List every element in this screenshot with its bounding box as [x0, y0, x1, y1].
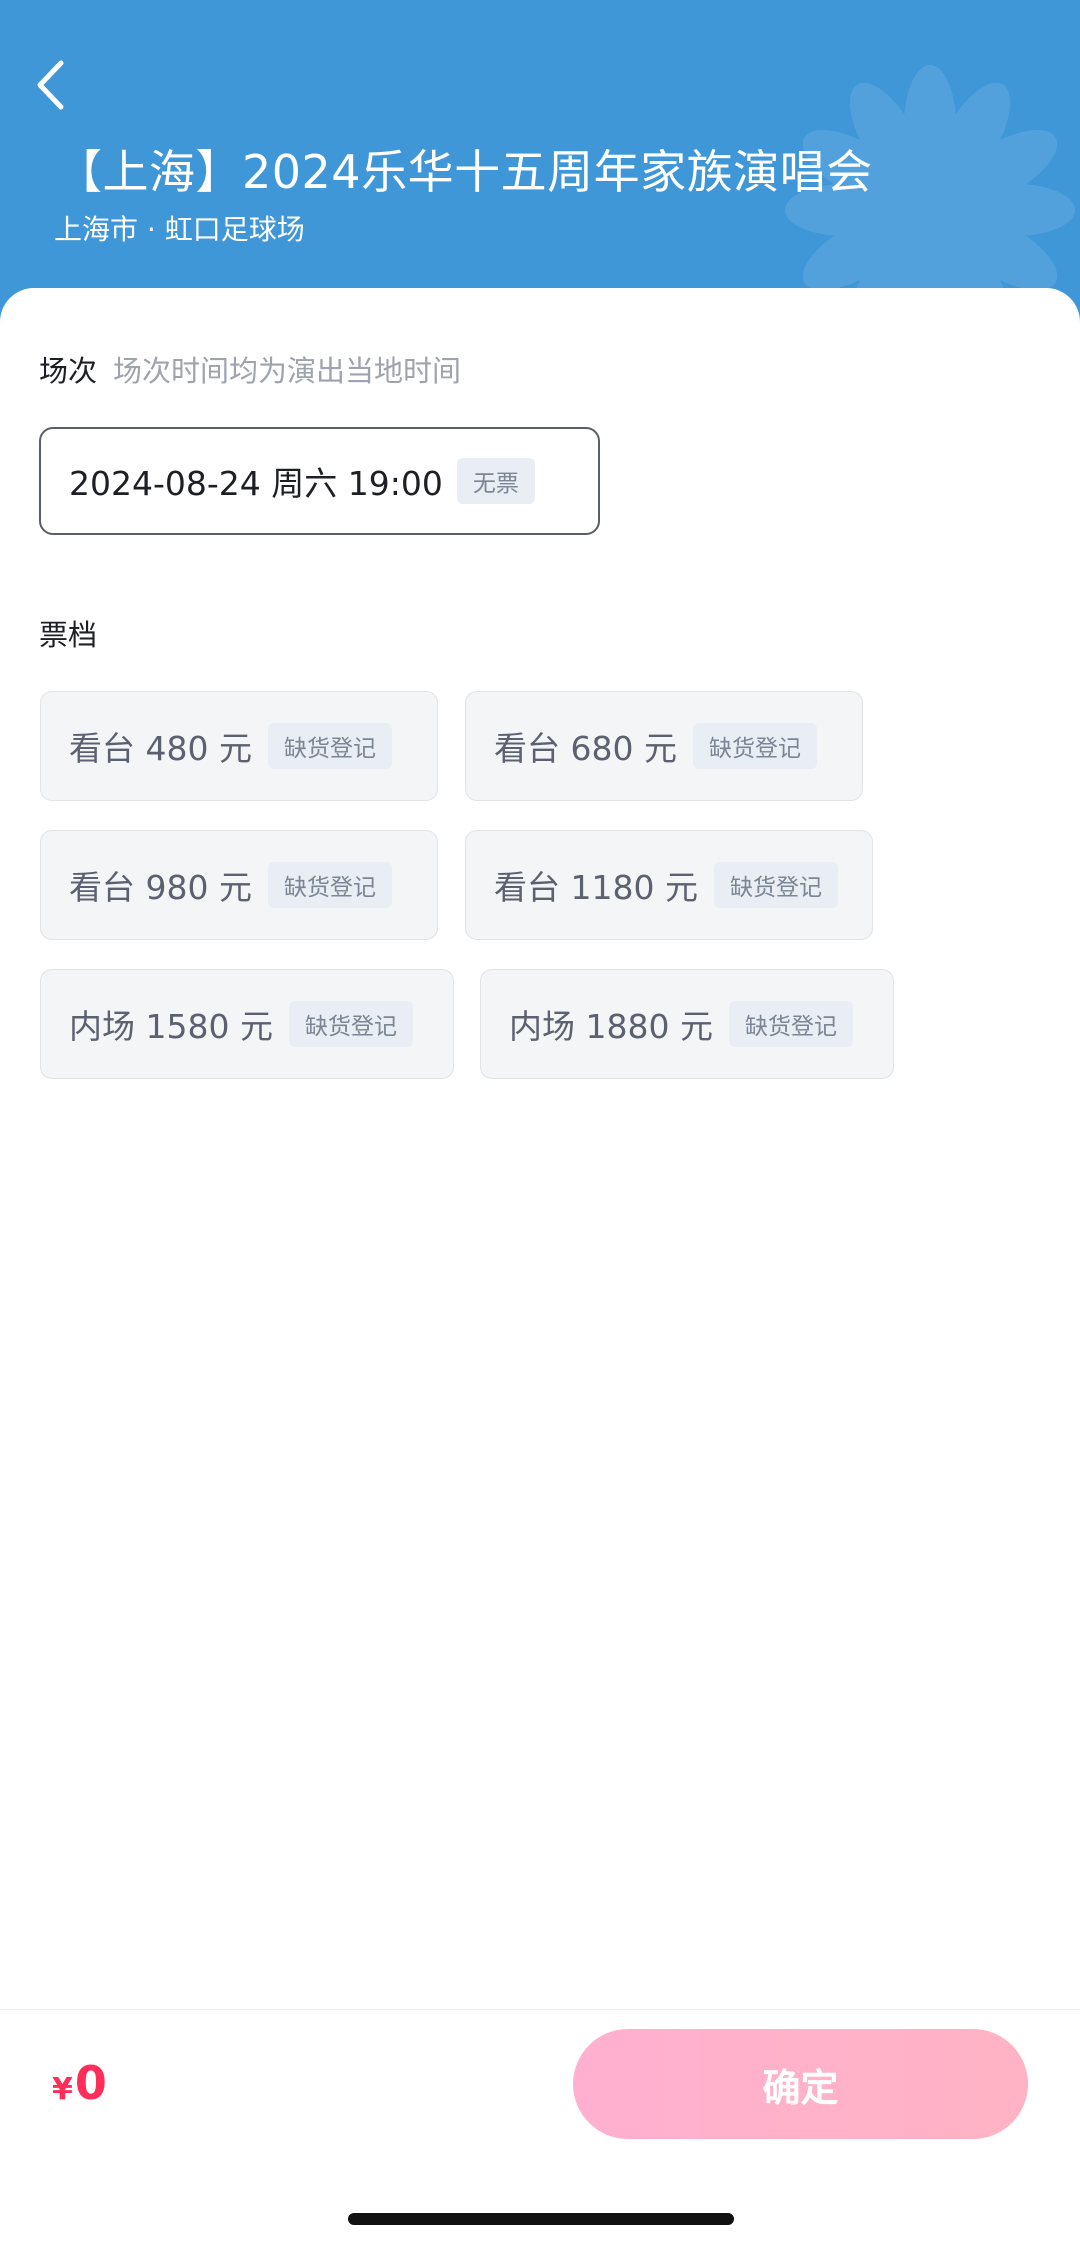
waitlist-badge: 缺货登记 — [267, 723, 392, 769]
session-option[interactable]: 2024-08-24 周六 19:00 无票 — [39, 427, 600, 535]
tier-label: 看台 980 元 — [69, 868, 252, 907]
session-hint: 场次时间均为演出当地时间 — [113, 354, 462, 388]
waitlist-badge: 缺货登记 — [288, 1001, 413, 1047]
total-price: ¥ 0 — [52, 2056, 107, 2110]
waitlist-badge: 缺货登记 — [728, 1001, 853, 1047]
currency-symbol: ¥ — [52, 2072, 73, 2107]
tier-label: 看台 480 元 — [69, 729, 252, 768]
tier-option[interactable]: 内场 1580 元 缺货登记 — [40, 969, 454, 1079]
tier-label: 内场 1880 元 — [509, 1007, 713, 1046]
tier-label: 看台 1180 元 — [494, 868, 698, 907]
footer-divider — [0, 2009, 1080, 2010]
sold-out-badge: 无票 — [456, 458, 535, 504]
confirm-button[interactable]: 确定 — [573, 2029, 1028, 2139]
session-section-title: 场次 — [39, 354, 98, 388]
tier-option[interactable]: 看台 680 元 缺货登记 — [465, 691, 863, 801]
venue-label: 上海市 · 虹口足球场 — [54, 213, 305, 246]
tier-label: 看台 680 元 — [494, 729, 677, 768]
tier-option[interactable]: 看台 1180 元 缺货登记 — [465, 830, 873, 940]
waitlist-badge: 缺货登记 — [692, 723, 817, 769]
home-indicator — [348, 2213, 734, 2225]
page-title: 【上海】2024乐华十五周年家族演唱会 — [56, 145, 873, 199]
chevron-left-icon — [37, 60, 64, 110]
tier-option[interactable]: 内场 1880 元 缺货登记 — [480, 969, 894, 1079]
tier-option[interactable]: 看台 480 元 缺货登记 — [40, 691, 438, 801]
tier-option[interactable]: 看台 980 元 缺货登记 — [40, 830, 438, 940]
selection-sheet — [0, 288, 1080, 2247]
price-amount: 0 — [74, 2056, 107, 2110]
back-button[interactable] — [22, 50, 78, 120]
waitlist-badge: 缺货登记 — [713, 862, 838, 908]
waitlist-badge: 缺货登记 — [267, 862, 392, 908]
tier-label: 内场 1580 元 — [69, 1007, 273, 1046]
session-datetime: 2024-08-24 周六 19:00 — [69, 464, 443, 503]
tier-section-title: 票档 — [39, 618, 98, 652]
